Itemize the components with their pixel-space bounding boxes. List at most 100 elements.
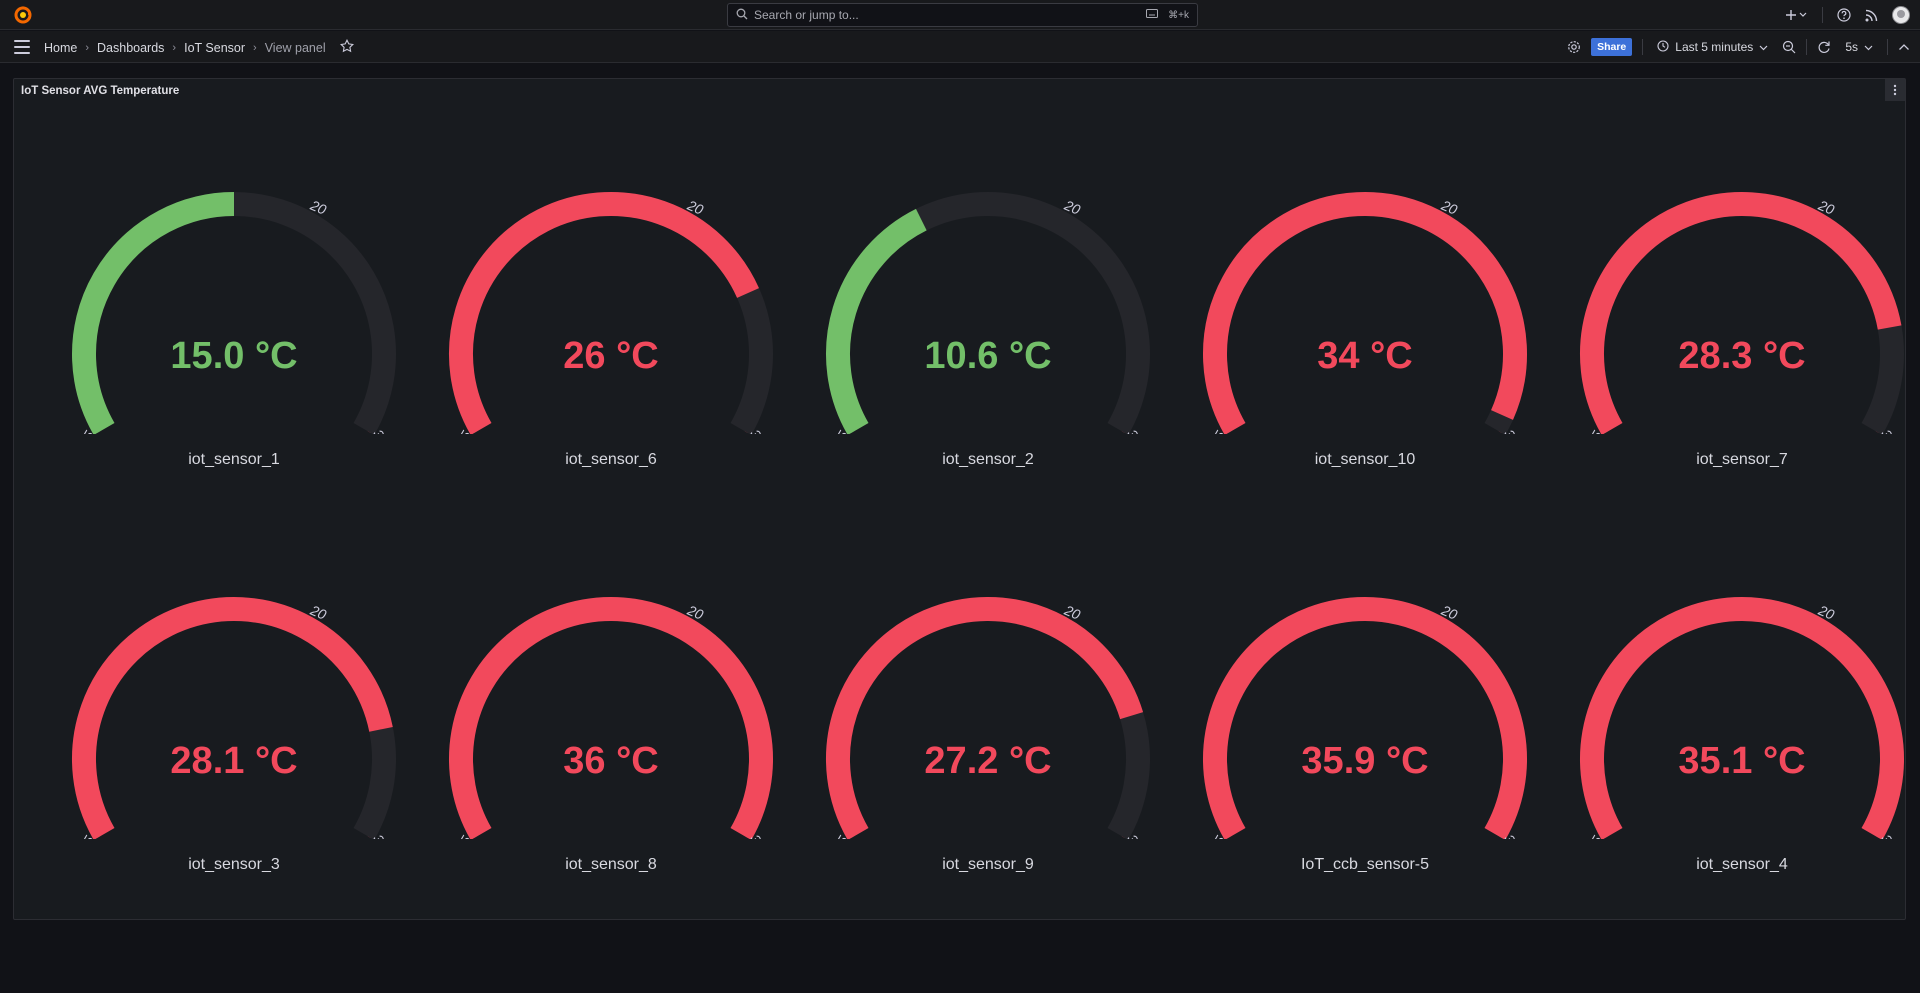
search-placeholder: Search or jump to... <box>754 8 859 22</box>
gauge-arc: -5203536 °C <box>449 597 773 839</box>
time-range-label: Last 5 minutes <box>1675 40 1754 54</box>
gauge-value-arc <box>1203 192 1527 434</box>
gauge-arc: -5203535.1 °C <box>1580 597 1904 839</box>
threshold-ring-ok <box>1207 601 1444 838</box>
keyboard-shortcut: ⌘+k <box>1146 9 1189 21</box>
gauge-label: iot_sensor_4 <box>1696 856 1788 873</box>
plus-icon[interactable] <box>1786 9 1808 21</box>
search-input[interactable]: Search or jump to... ⌘+k <box>727 3 1198 27</box>
breadcrumb-home[interactable]: Home <box>44 41 77 55</box>
gauge-arc: -5203527.2 °C <box>826 596 1150 839</box>
divider <box>1887 39 1888 55</box>
gauge-label: iot_sensor_10 <box>1314 451 1416 468</box>
gauge-label: iot_sensor_9 <box>942 856 1034 873</box>
gauge-arc: -5203515.0 °C <box>72 192 396 434</box>
breadcrumb: Home › Dashboards › IoT Sensor › View pa… <box>44 38 354 56</box>
gauge-value-arc <box>449 191 759 434</box>
refresh-interval-picker[interactable]: 5s <box>1841 40 1877 54</box>
chevron-right-icon: › <box>253 41 257 54</box>
nav-bar: Home › Dashboards › IoT Sensor › View pa… <box>0 31 1920 63</box>
gauge-arc: -5203534 °C <box>1203 192 1527 434</box>
breadcrumb-dashboards[interactable]: Dashboards <box>97 41 164 55</box>
gauge-value-arc <box>72 192 235 434</box>
shortcut-label: ⌘+k <box>1168 9 1189 21</box>
chevron-right-icon: › <box>85 41 90 54</box>
chevron-down-icon <box>1759 40 1768 54</box>
gauge-label: iot_sensor_1 <box>188 451 280 468</box>
share-button[interactable]: Share <box>1591 38 1633 56</box>
gauge[interactable]: -5203535.1 °C iot_sensor_4 <box>1550 539 1910 873</box>
gauge[interactable]: -5203528.1 °C iot_sensor_3 <box>42 539 402 873</box>
search-icon <box>736 8 754 23</box>
gauge[interactable]: -5203528.3 °C iot_sensor_7 <box>1550 134 1910 468</box>
gauge-arc: -5203528.3 °C <box>1580 192 1904 434</box>
divider <box>1822 7 1823 23</box>
gauge-value: 36 °C <box>563 740 658 782</box>
gauge-value: 35.1 °C <box>1678 740 1805 782</box>
refresh-interval-label: 5s <box>1845 40 1858 54</box>
grafana-logo-icon[interactable] <box>14 6 32 24</box>
chevron-down-icon <box>1864 40 1873 54</box>
star-icon[interactable] <box>339 38 354 56</box>
divider <box>1806 39 1808 55</box>
chevron-up-icon[interactable] <box>1898 43 1910 51</box>
threshold-ring-ok <box>830 601 1067 838</box>
gauge-panel: IoT Sensor AVG Temperature -5203515.0 °C… <box>13 78 1906 920</box>
clock-icon <box>1657 39 1669 55</box>
zoom-out-icon[interactable] <box>1782 40 1796 54</box>
threshold-ring-ok <box>453 601 690 838</box>
divider <box>1642 39 1644 55</box>
gauge[interactable]: -5203535.9 °C IoT_ccb_sensor-5 <box>1173 539 1533 873</box>
gauge-value: 28.1 °C <box>170 740 297 782</box>
gauge-value: 27.2 °C <box>924 740 1051 782</box>
threshold-ring-ok <box>76 601 313 838</box>
rss-icon[interactable] <box>1865 9 1878 22</box>
gauge-value: 26 °C <box>563 335 658 377</box>
threshold-ring-ok <box>453 196 690 433</box>
gauge-arc: -5203535.9 °C <box>1203 597 1527 839</box>
breadcrumb-current: View panel <box>264 40 326 55</box>
gauge-value-arc <box>826 596 1144 839</box>
gauge-value: 35.9 °C <box>1301 740 1428 782</box>
gauge-value-arc <box>1580 192 1902 434</box>
gauge-value: 10.6 °C <box>924 335 1051 377</box>
gauge[interactable]: -5203526 °C iot_sensor_6 <box>419 134 779 468</box>
threshold-ring-ok <box>1584 196 1821 433</box>
time-range-picker[interactable]: Last 5 minutes <box>1653 39 1772 55</box>
top-right-actions <box>1786 4 1910 26</box>
settings-gear-icon[interactable] <box>1567 40 1581 54</box>
gauge[interactable]: -5203510.6 °C iot_sensor_2 <box>796 134 1156 468</box>
gauge-label: iot_sensor_8 <box>565 856 657 873</box>
threshold-ring-ok <box>76 196 313 433</box>
gauge-arc: -5203528.1 °C <box>72 597 396 839</box>
gauge[interactable]: -5203536 °C iot_sensor_8 <box>419 539 779 873</box>
top-bar: Search or jump to... ⌘+k <box>0 0 1920 30</box>
panel-menu-icon[interactable] <box>1885 79 1905 101</box>
panel-title: IoT Sensor AVG Temperature <box>21 85 180 97</box>
threshold-ring-ok <box>1207 196 1444 433</box>
refresh-icon[interactable] <box>1817 40 1831 54</box>
breadcrumb-dashboard[interactable]: IoT Sensor <box>184 41 245 55</box>
gauge-label: iot_sensor_3 <box>188 856 280 873</box>
help-icon[interactable] <box>1837 8 1851 22</box>
gauge-value-arc <box>449 597 773 839</box>
avatar[interactable] <box>1892 6 1910 24</box>
gauge-value-arc <box>72 597 393 839</box>
gauge[interactable]: -5203534 °C iot_sensor_10 <box>1173 134 1533 468</box>
menu-icon[interactable] <box>14 40 30 54</box>
threshold-ring-ok <box>830 196 1067 433</box>
keyboard-icon <box>1146 9 1164 21</box>
gauge-value: 15.0 °C <box>170 335 297 377</box>
gauge-label: iot_sensor_6 <box>565 451 657 468</box>
gauge[interactable]: -5203515.0 °C iot_sensor_1 <box>42 134 402 468</box>
gauge-arc: -5203526 °C <box>449 191 773 434</box>
gauge-value-arc <box>1580 597 1904 839</box>
gauge-value-arc <box>1203 597 1527 839</box>
gauge[interactable]: -5203527.2 °C iot_sensor_9 <box>796 539 1156 873</box>
dashboard-controls: Share Last 5 minutes 5s <box>1567 38 1910 56</box>
gauge-label: iot_sensor_7 <box>1696 451 1788 468</box>
chevron-right-icon: › <box>172 41 177 54</box>
threshold-ring-ok <box>1584 601 1821 838</box>
gauge-value: 34 °C <box>1317 335 1412 377</box>
gauge-value-arc <box>826 208 927 434</box>
